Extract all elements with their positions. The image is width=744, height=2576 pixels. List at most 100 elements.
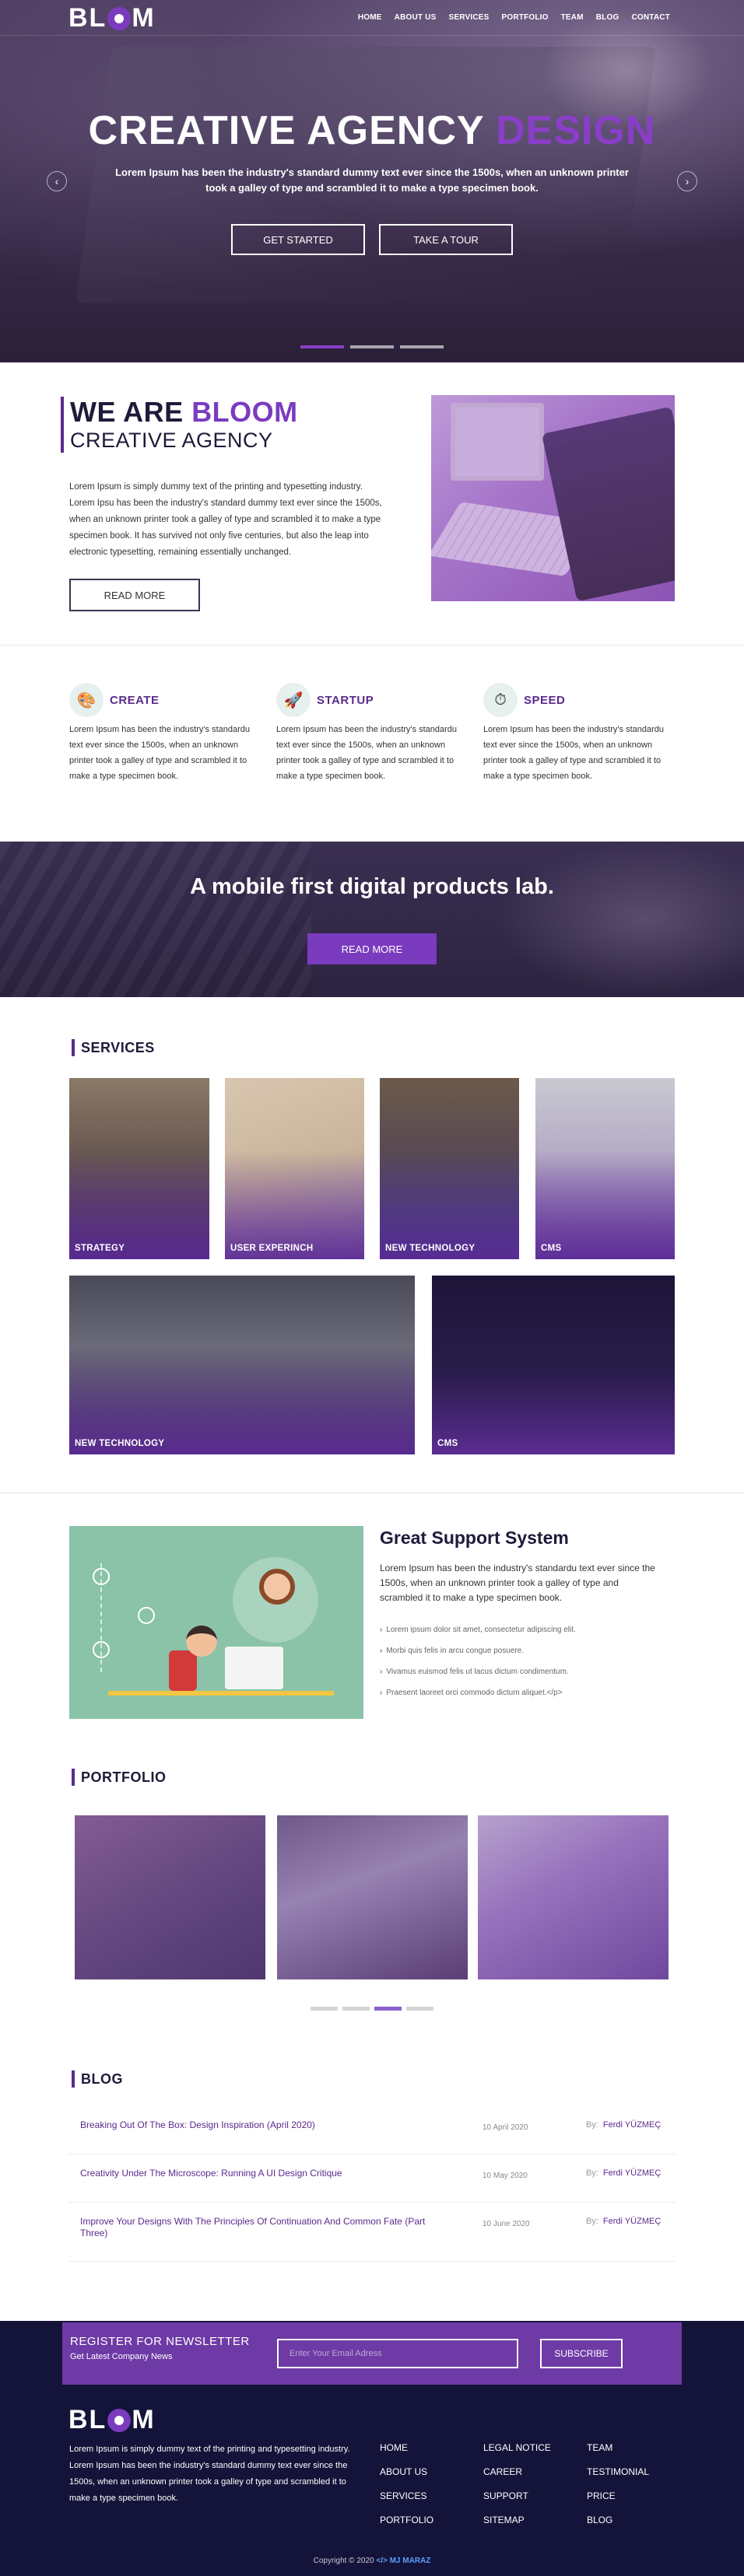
logo-text-end: M [132,2405,156,2434]
support-agent-boy [186,1626,217,1657]
cta-section: A mobile first digital products lab. REA… [0,842,744,997]
support-agent-girl [259,1569,295,1605]
author-link[interactable]: </> MJ MARAZ [376,2557,430,2565]
slider-dot[interactable] [311,2007,338,2011]
newsletter-bar: REGISTER FOR NEWSLETTER Get Latest Compa… [62,2322,682,2385]
blog-post-row[interactable]: Creativity Under The Microscope: Running… [68,2154,676,2203]
get-started-button[interactable]: GET STARTED [231,224,365,255]
portfolio-item[interactable] [75,1815,265,1979]
feature-title: STARTUP [317,693,374,707]
blog-post-author: Ferdi YÜZMEÇ [602,2168,662,2178]
footer-link-legal[interactable]: LEGAL NOTICE [483,2436,551,2460]
about-title-line2: CREATIVE AGENCY [70,429,273,452]
service-card[interactable]: NEW TECHNOLOGY [380,1078,519,1259]
newsletter-email-input[interactable] [277,2339,518,2368]
portfolio-item[interactable] [277,1815,468,1979]
list-item: Praesent laoreet orci commodo dictum ali… [380,1682,576,1703]
hero-title-accent: DESIGN [496,108,656,153]
service-label: CMS [437,1439,458,1448]
blog-post-title[interactable]: Breaking Out Of The Box: Design Inspirat… [80,2119,454,2131]
slider-dot[interactable] [406,2007,433,2011]
hero-title: CREATIVE AGENCY DESIGN [0,107,744,154]
nav-about[interactable]: ABOUT US [395,13,437,22]
hero-content: CREATIVE AGENCY DESIGN Lorem Ipsum has b… [0,107,744,255]
brand-logo[interactable]: BL M [68,3,156,33]
support-list: Lorem ipsum dolor sit amet, consectetur … [380,1619,576,1703]
nav-portfolio[interactable]: PORTFOLIO [501,13,548,22]
cta-bg-hands [495,842,744,997]
portfolio-item[interactable] [478,1815,669,1979]
nav-services[interactable]: SERVICES [448,13,489,22]
nav-contact[interactable]: CONTACT [631,13,670,22]
footer-brand-logo[interactable]: BL M [68,2405,156,2435]
footer-link-support[interactable]: SUPPORT [483,2484,551,2508]
nav-home[interactable]: HOME [358,13,382,22]
office-chair [169,1650,197,1691]
feature-speed: ⏱ SPEED Lorem Ipsum has been the industr… [483,683,670,784]
blog-post-row[interactable]: Improve Your Designs With The Principles… [68,2203,676,2262]
feature-create: 🎨 CREATE Lorem Ipsum has been the indust… [69,683,256,784]
slider-dot[interactable] [300,345,344,348]
portfolio-laptop-image [277,1815,468,1979]
blog-section: BLOG Breaking Out Of The Box: Design Ins… [0,2061,744,2294]
cta-title: A mobile first digital products lab. [190,874,554,899]
main-nav: HOME ABOUT US SERVICES PORTFOLIO TEAM BL… [358,13,670,22]
footer-link-blog[interactable]: BLOG [587,2508,649,2532]
footer-link-home[interactable]: HOME [380,2436,433,2460]
hero-next-arrow-icon[interactable]: › [677,171,697,191]
service-label: STRATEGY [75,1244,125,1253]
footer-link-services[interactable]: SERVICES [380,2484,433,2508]
rocket-icon: 🚀 [276,683,311,717]
footer-link-portfolio[interactable]: PORTFOLIO [380,2508,433,2532]
take-tour-button[interactable]: TAKE A TOUR [379,224,513,255]
feature-title: CREATE [110,693,160,707]
slider-dot[interactable] [350,345,394,348]
service-card[interactable]: USER EXPERINCH [225,1078,364,1259]
slider-dot[interactable] [342,2007,370,2011]
footer-link-price[interactable]: PRICE [587,2484,649,2508]
hero-prev-arrow-icon[interactable]: ‹ [47,171,67,191]
logo-text-start: BL [68,2405,107,2434]
blog-post-row[interactable]: Breaking Out Of The Box: Design Inspirat… [68,2106,676,2154]
blog-post-title[interactable]: Creativity Under The Microscope: Running… [80,2168,454,2179]
slider-dot[interactable] [400,345,444,348]
cta-read-more-button[interactable]: READ MORE [307,933,437,964]
footer-description: Lorem Ipsum is simply dummy text of the … [69,2445,350,2503]
blog-post-title[interactable]: Improve Your Designs With The Principles… [80,2216,454,2239]
copyright-text: Copyright © 2020 [313,2557,374,2565]
checklist-icon [93,1641,110,1658]
support-section: Great Support System Lorem Ipsum has bee… [0,1493,744,1758]
list-item: Lorem ipsum dolor sit amet, consectetur … [380,1619,575,1640]
hero-subtitle: Lorem Ipsum has been the industry's stan… [115,166,629,194]
about-read-more-button[interactable]: READ MORE [69,579,200,611]
subscribe-button[interactable]: SUBSCRIBE [540,2339,623,2368]
service-card[interactable]: CMS [432,1276,675,1454]
service-card[interactable]: STRATEGY [69,1078,209,1259]
footer-link-sitemap[interactable]: SITEMAP [483,2508,551,2532]
portfolio-slider-dots [0,2007,744,2011]
hero-section: BL M HOME ABOUT US SERVICES PORTFOLIO TEA… [0,0,744,362]
list-item: Vivamus euismod felis ut lacus dictum co… [380,1661,576,1682]
nav-blog[interactable]: BLOG [596,13,619,22]
top-navbar: BL M HOME ABOUT US SERVICES PORTFOLIO TEA… [0,0,744,36]
desk [108,1691,334,1696]
blog-post-date: 10 June 2020 [483,2220,530,2228]
blog-post-author: Ferdi YÜZMEÇ [602,2217,662,2226]
globe-icon [138,1607,155,1624]
portfolio-title: PORTFOLIO [72,1769,167,1786]
slider-dot[interactable] [374,2007,402,2011]
footer-link-career[interactable]: CAREER [483,2460,551,2484]
nav-team[interactable]: TEAM [561,13,584,22]
feature-startup: 🚀 STARTUP Lorem Ipsum has been the indus… [276,683,463,784]
footer-link-about[interactable]: ABOUT US [380,2460,433,2484]
footer-link-testimonial[interactable]: TESTIMONIAL [587,2460,649,2484]
about-section: WE ARE BLOOM CREATIVE AGENCY Lorem Ipsum… [0,362,744,646]
service-card[interactable]: CMS [535,1078,675,1259]
service-card[interactable]: NEW TECHNOLOGY [69,1276,415,1454]
support-title: Great Support System [380,1528,569,1548]
about-title-line1: WE ARE [70,396,184,428]
feature-text: Lorem Ipsum has been the industry's stan… [276,725,458,781]
dark-card-background [432,1276,675,1454]
service-label: NEW TECHNOLOGY [385,1244,476,1253]
footer-link-team[interactable]: TEAM [587,2436,649,2460]
